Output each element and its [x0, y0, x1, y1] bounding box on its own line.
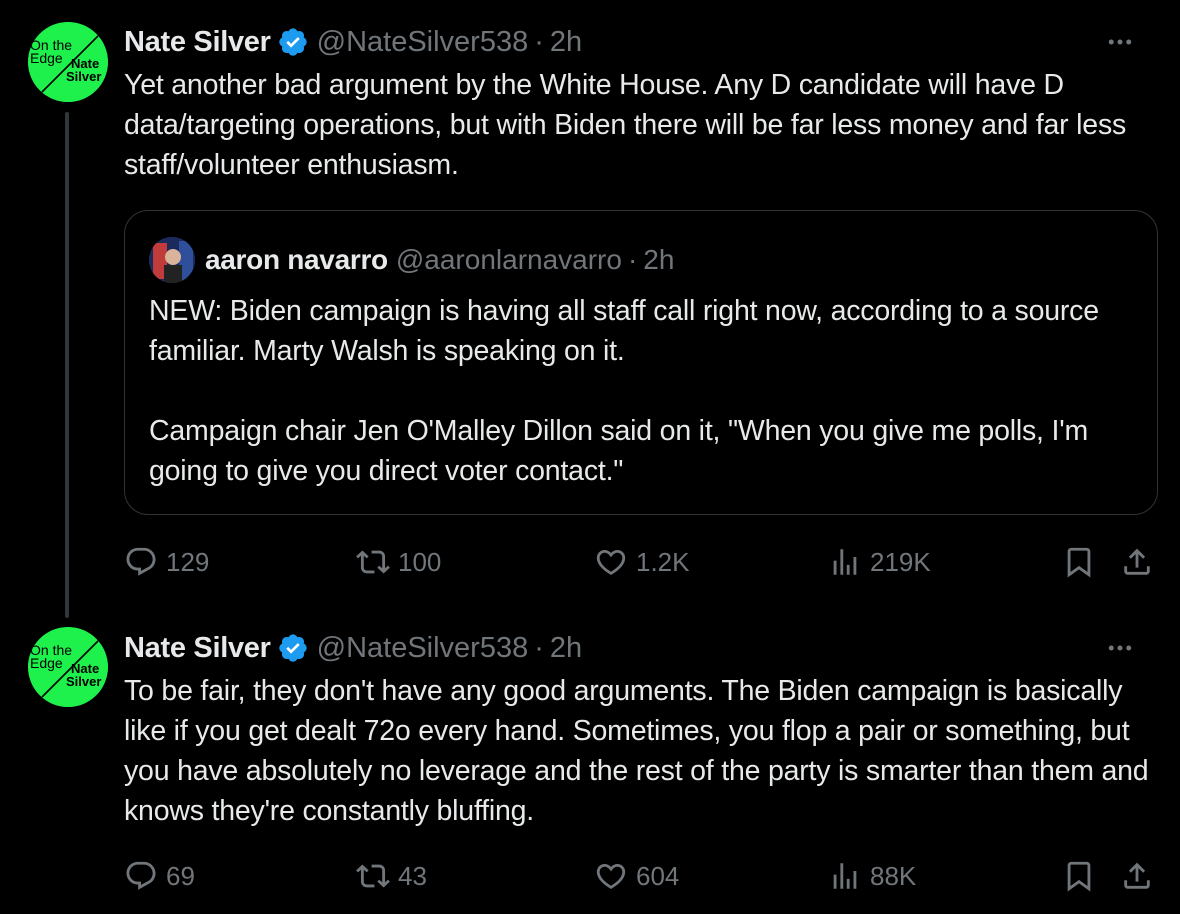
- views-button[interactable]: 88K: [828, 856, 916, 896]
- more-icon: [1108, 645, 1132, 651]
- reply-icon: [126, 547, 156, 576]
- bookmark-icon: [1067, 547, 1091, 578]
- repost-count: 100: [398, 546, 442, 577]
- share-button[interactable]: [1120, 856, 1154, 896]
- verified-badge-icon: [278, 634, 307, 662]
- views-count: 219K: [870, 546, 931, 577]
- like-button[interactable]: 604: [594, 856, 679, 896]
- views-icon: [833, 549, 857, 575]
- like-count: 604: [636, 860, 680, 891]
- timestamp[interactable]: 2h: [550, 632, 582, 665]
- reply-button[interactable]: 129: [124, 542, 209, 582]
- reply-icon: [126, 861, 156, 890]
- verified-badge-icon: [278, 28, 307, 56]
- repost-icon: [356, 864, 390, 888]
- author-name[interactable]: Nate Silver: [124, 632, 271, 665]
- views-count: 88K: [870, 860, 917, 891]
- repost-button[interactable]: 43: [356, 856, 427, 896]
- like-button[interactable]: 1.2K: [594, 542, 690, 582]
- author-handle[interactable]: @NateSilver538: [317, 632, 529, 665]
- svg-text:Silver: Silver: [66, 69, 101, 84]
- views-button[interactable]: 219K: [828, 542, 931, 582]
- svg-text:Silver: Silver: [66, 674, 101, 689]
- reply-count: 129: [166, 546, 210, 577]
- share-icon: [1124, 548, 1150, 575]
- tweet-header: Nate Silver @NateSilver538 · 2h: [124, 628, 1160, 668]
- avatar[interactable]: On the Edge Nate Silver: [28, 22, 108, 102]
- tweet-actions: 69 43 604 88K: [124, 856, 1160, 896]
- views-icon: [833, 863, 857, 889]
- quoted-author-name: aaron navarro: [205, 244, 388, 275]
- quoted-tweet[interactable]: aaron navarro @aaronlarnavarro · 2h NEW:…: [124, 210, 1158, 515]
- svg-text:Edge: Edge: [30, 50, 63, 66]
- separator: ·: [534, 631, 544, 664]
- tweet-actions: 129 100 1.2K 219K: [124, 542, 1160, 582]
- like-icon: [596, 549, 626, 575]
- thread-connector-line: [65, 112, 69, 618]
- repost-icon: [356, 550, 390, 574]
- bookmark-button[interactable]: [1062, 856, 1096, 896]
- share-icon: [1124, 862, 1150, 889]
- author-name[interactable]: Nate Silver: [124, 26, 271, 59]
- reply-button[interactable]: 69: [124, 856, 195, 896]
- repost-count: 43: [398, 860, 427, 891]
- more-icon: [1108, 39, 1132, 45]
- separator: ·: [534, 25, 544, 58]
- bookmark-button[interactable]: [1062, 542, 1096, 582]
- share-button[interactable]: [1120, 542, 1154, 582]
- separator: ·: [627, 244, 638, 275]
- reply-count: 69: [166, 860, 195, 891]
- more-button[interactable]: [1100, 634, 1140, 662]
- avatar-logo: On the Edge Nate Silver: [28, 627, 108, 707]
- tweet-text: Yet another bad argument by the White Ho…: [124, 69, 1127, 181]
- avatar[interactable]: On the Edge Nate Silver: [28, 627, 108, 707]
- author-handle[interactable]: @NateSilver538: [317, 26, 529, 59]
- quoted-timestamp: 2h: [643, 244, 675, 275]
- svg-text:Edge: Edge: [30, 655, 63, 671]
- quoted-author-handle: @aaronlarnavarro: [395, 244, 622, 275]
- like-icon: [596, 863, 626, 889]
- more-button[interactable]: [1100, 28, 1140, 56]
- repost-button[interactable]: 100: [356, 542, 441, 582]
- avatar-logo: On the Edge Nate Silver: [28, 22, 108, 102]
- quoted-tweet-header: aaron navarro @aaronlarnavarro · 2h: [149, 237, 674, 283]
- quoted-tweet-text: NEW: Biden campaign is having all staff …: [149, 295, 1099, 487]
- tweet-header: Nate Silver @NateSilver538 · 2h: [124, 22, 1160, 62]
- tweet-text: To be fair, they don't have any good arg…: [124, 675, 1149, 827]
- quoted-author-avatar: [149, 237, 195, 283]
- timestamp[interactable]: 2h: [550, 26, 582, 59]
- bookmark-icon: [1067, 861, 1091, 892]
- like-count: 1.2K: [636, 546, 690, 577]
